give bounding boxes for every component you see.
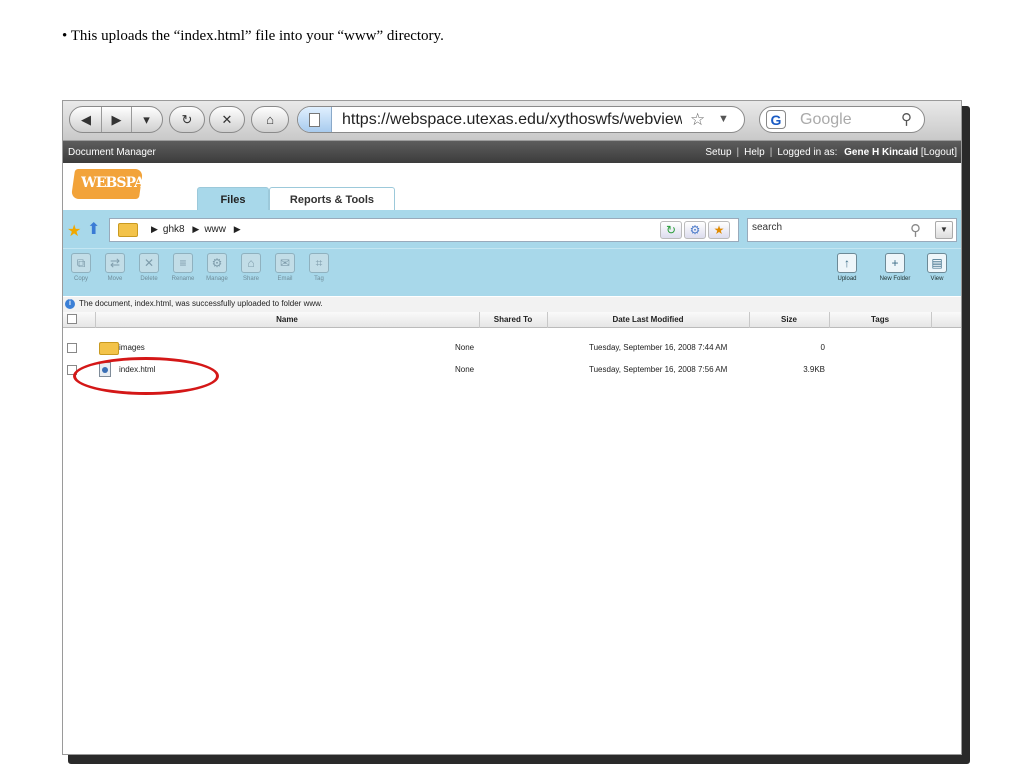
breadcrumb-arrow-icon: ▶ — [192, 224, 200, 234]
history-dropdown-button[interactable]: ▾ — [131, 107, 161, 132]
back-button[interactable]: ◀ — [71, 107, 101, 132]
move-icon: ⇄ — [105, 253, 125, 273]
stop-button[interactable]: ✕ — [209, 106, 245, 133]
column-name[interactable]: Name — [95, 315, 479, 324]
caption: • This uploads the “index.html” file int… — [62, 28, 444, 44]
breadcrumb-item-www[interactable]: www — [204, 224, 226, 235]
tab-files[interactable]: Files — [197, 187, 269, 211]
row-checkbox[interactable] — [67, 343, 77, 353]
move-button[interactable]: ⇄ Move — [101, 253, 129, 282]
user-name: Gene H Kincaid — [844, 147, 919, 158]
email-button[interactable]: ✉ Email — [271, 253, 299, 282]
share-button[interactable]: ⌂ Share — [237, 253, 265, 282]
tab-area: WEBSPACE Files Reports & Tools — [63, 163, 961, 211]
copy-icon: ⧉ — [71, 253, 91, 273]
reload-icon: ↻ — [181, 111, 193, 127]
table-row[interactable]: images None Tuesday, September 16, 2008 … — [63, 337, 961, 359]
email-icon: ✉ — [275, 253, 295, 273]
shared-to: None — [455, 365, 475, 374]
view-button[interactable]: ▤ View — [923, 253, 951, 282]
breadcrumb-row: ★ ⬆ ▶ ghk8 ▶ www ▶ ↻ ⚙ ★ ⚲ ▼ — [63, 214, 961, 248]
address-bar[interactable]: https://webspace.utexas.edu/xythoswfs/we… — [297, 106, 745, 133]
help-link[interactable]: Help — [744, 147, 765, 158]
search-icon[interactable]: ⚲ — [901, 110, 912, 128]
status-message: i The document, index.html, was successf… — [63, 297, 961, 312]
share-icon: ⌂ — [241, 253, 261, 273]
breadcrumb: ▶ ghk8 ▶ www ▶ ↻ ⚙ ★ — [109, 218, 739, 242]
rename-button[interactable]: ≡ Rename — [169, 253, 197, 282]
file-size: 3.9KB — [803, 365, 825, 374]
copy-button[interactable]: ⧉ Copy — [67, 253, 95, 282]
folder-icon — [99, 342, 119, 355]
action-toolbar: ⧉ Copy ⇄ Move ✕ Delete ≡ Rename ⚙ Manage ⌂ Sha… — [63, 248, 961, 296]
highlight-annotation — [73, 357, 219, 395]
tag-icon: ⌗ — [309, 253, 329, 273]
tab-reports-tools[interactable]: Reports & Tools — [269, 187, 395, 211]
chevron-down-icon[interactable]: ▼ — [935, 221, 953, 239]
chevron-down-icon: ▾ — [143, 111, 150, 127]
shared-to: None — [455, 343, 475, 352]
manage-button[interactable]: ⚙ Manage — [203, 253, 231, 282]
home-button[interactable]: ⌂ — [251, 106, 289, 133]
manage-icon: ⚙ — [207, 253, 227, 273]
forward-button[interactable]: ▶ — [101, 107, 131, 132]
refresh-icon[interactable]: ↻ — [660, 221, 682, 239]
select-all-checkbox[interactable] — [67, 314, 77, 324]
reload-button[interactable]: ↻ — [169, 106, 205, 133]
browser-search-placeholder: Google — [800, 111, 852, 128]
back-icon: ◀ — [81, 111, 91, 127]
delete-icon: ✕ — [139, 253, 159, 273]
home-icon: ⌂ — [266, 112, 274, 127]
settings-icon[interactable]: ⚙ — [684, 221, 706, 239]
url-text: https://webspace.utexas.edu/xythoswfs/we… — [342, 111, 682, 128]
webspace-logo: WEBSPACE — [70, 169, 164, 199]
forward-icon: ▶ — [111, 111, 122, 127]
url-dropdown-icon[interactable]: ▼ — [718, 113, 729, 125]
site-identity-icon[interactable] — [298, 107, 332, 132]
upload-button[interactable]: ↑ Upload — [833, 253, 861, 282]
search-icon[interactable]: ⚲ — [910, 221, 921, 239]
back-forward-group: ◀ ▶ ▾ — [69, 106, 163, 133]
column-size[interactable]: Size — [749, 315, 829, 324]
view-icon: ▤ — [927, 253, 947, 273]
stop-icon: ✕ — [221, 111, 233, 127]
tag-button[interactable]: ⌗ Tag — [305, 253, 333, 282]
file-name[interactable]: images — [119, 343, 145, 352]
search-input[interactable] — [752, 222, 882, 233]
browser-toolbar: ◀ ▶ ▾ ↻ ✕ ⌂ https://webspace.utexas.edu/… — [63, 101, 961, 141]
favorites-star-icon[interactable]: ★ — [67, 221, 81, 241]
bookmark-star-icon[interactable]: ☆ — [690, 110, 705, 130]
google-engine-icon[interactable]: G — [766, 110, 786, 129]
browser-search-field[interactable]: G Google ⚲ — [759, 106, 925, 133]
table-header: Name Shared To Date Last Modified Size T… — [63, 312, 961, 328]
new-folder-icon: + — [885, 253, 905, 273]
breadcrumb-arrow-icon: ▶ — [151, 224, 158, 234]
logout-link[interactable]: [Logout] — [921, 147, 957, 158]
date-modified: Tuesday, September 16, 2008 7:44 AM — [589, 343, 728, 352]
delete-button[interactable]: ✕ Delete — [135, 253, 163, 282]
column-date-modified[interactable]: Date Last Modified — [547, 315, 749, 324]
bookmark-icon[interactable]: ★ — [708, 221, 730, 239]
logged-in-label: Logged in as: — [777, 147, 838, 158]
file-size: 0 — [820, 343, 825, 352]
folder-open-icon[interactable] — [118, 223, 138, 237]
column-shared-to[interactable]: Shared To — [479, 315, 547, 324]
browser-window: ◀ ▶ ▾ ↻ ✕ ⌂ https://webspace.utexas.edu/… — [62, 100, 962, 755]
rename-icon: ≡ — [173, 253, 193, 273]
breadcrumb-arrow-icon[interactable]: ▶ — [234, 224, 241, 234]
info-icon: i — [65, 299, 75, 309]
app-header: Document Manager Setup | Help | Logged in as… — [63, 141, 961, 163]
date-modified: Tuesday, September 16, 2008 7:56 AM — [589, 365, 728, 374]
up-folder-icon[interactable]: ⬆ — [87, 219, 100, 239]
column-tags[interactable]: Tags — [829, 315, 931, 324]
setup-link[interactable]: Setup — [705, 147, 731, 158]
breadcrumb-item-ghk8[interactable]: ghk8 — [163, 224, 185, 235]
upload-icon: ↑ — [837, 253, 857, 273]
new-folder-button[interactable]: + New Folder — [875, 253, 915, 282]
app-title: Document Manager — [68, 147, 156, 158]
file-search-field[interactable]: ⚲ ▼ — [747, 218, 957, 242]
header-links: Setup | Help | Logged in as: Gene H Kincaid … — [705, 147, 957, 158]
